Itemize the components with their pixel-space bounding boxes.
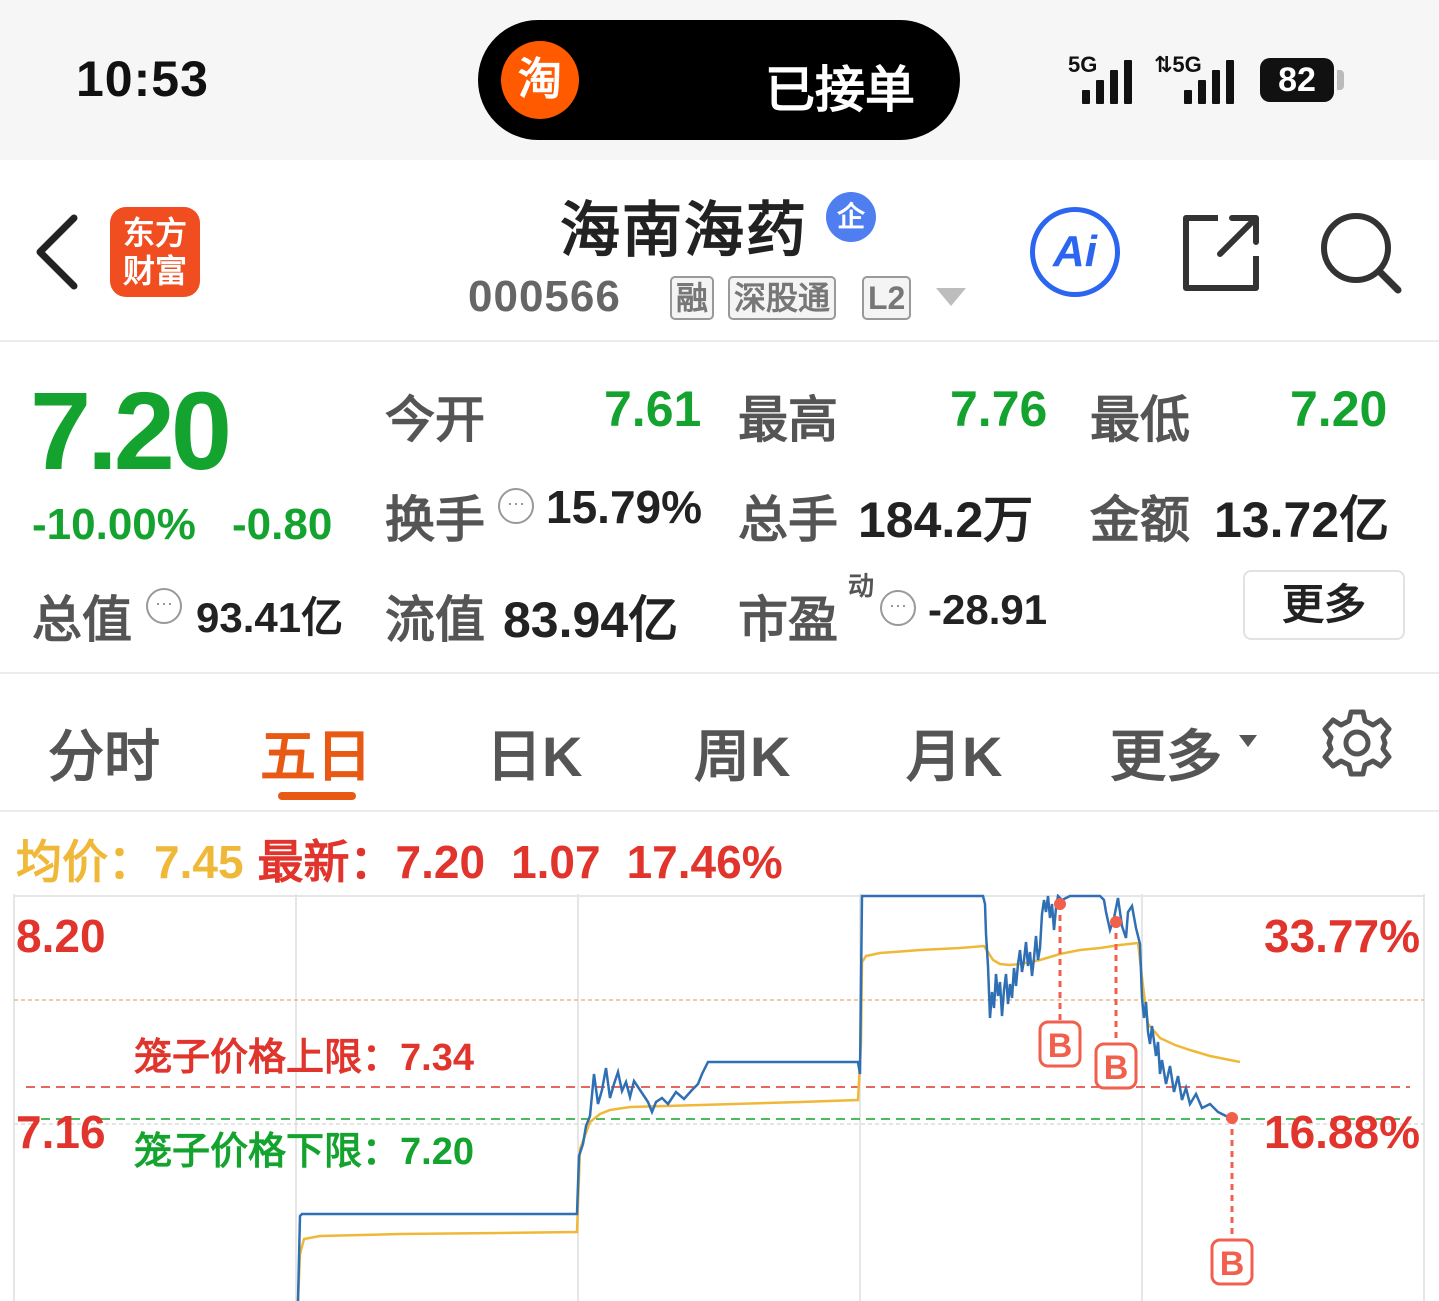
share-icon[interactable] <box>1180 210 1264 294</box>
signal-1-label: 5G <box>1068 52 1098 77</box>
taobao-app-icon: 淘 <box>501 41 579 119</box>
signal-2-icon: ⇅5G <box>1154 52 1244 104</box>
enterprise-badge[interactable]: 企 <box>826 192 876 242</box>
active-tab-indicator <box>278 792 356 800</box>
tab-five-day[interactable]: 五日 <box>260 712 372 793</box>
volume-value: 184.2万 <box>858 492 1034 548</box>
cage-lower-label: 笼子价格下限：7.20 <box>134 1131 474 1173</box>
tab-intraday[interactable]: 分时 <box>48 712 160 793</box>
buy-marker-2[interactable]: B <box>1094 916 1138 1090</box>
tag-shenzhen-connect: 深股通 <box>728 276 837 320</box>
turnover-value: 15.79% <box>546 481 703 533</box>
stock-code: 000566 <box>468 272 621 321</box>
pe-label: 市盈 <box>738 592 838 648</box>
dynamic-island[interactable]: 淘 已接单 <box>478 20 960 140</box>
buy-marker-3-label: B <box>1220 1245 1245 1283</box>
change-percent: -10.00% <box>32 500 196 549</box>
chart-grid <box>13 894 1425 1301</box>
status-bar: 10:53 淘 已接单 5G ⇅5G 82 <box>0 0 1439 160</box>
turnover-info-icon[interactable]: ··· <box>498 488 534 524</box>
avg-price-value: 7.45 <box>154 836 244 888</box>
high-label: 最高 <box>738 392 838 448</box>
chart-info-line: 均价：7.45 最新：7.20 1.07 17.46% <box>16 826 783 892</box>
signal-1-icon: 5G <box>1068 52 1138 104</box>
open-label: 今开 <box>385 392 485 448</box>
signal-2-label: ⇅5G <box>1154 52 1202 77</box>
latest-price-value: 7.20 <box>395 836 486 888</box>
pe-dynamic-superscript: 动 <box>848 571 875 601</box>
buy-marker-2-label: B <box>1104 1049 1129 1087</box>
y-left-top: 8.20 <box>16 910 106 962</box>
y-left-mid: 7.16 <box>16 1106 106 1158</box>
tag-margin: 融 <box>670 276 715 320</box>
avg-price-line <box>296 941 1241 1301</box>
tab-weekly-k[interactable]: 周K <box>694 712 790 793</box>
dropdown-triangle-icon[interactable] <box>934 286 968 308</box>
buy-marker-3[interactable]: B <box>1210 1112 1254 1286</box>
amount-value: 13.72亿 <box>1214 492 1390 548</box>
price-line <box>296 894 1233 1301</box>
turnover-label: 换手 <box>385 492 485 548</box>
tab-more[interactable]: 更多 <box>1110 712 1222 793</box>
status-time: 10:53 <box>76 51 209 107</box>
more-quote-button[interactable]: 更多 <box>1243 570 1405 640</box>
latest-price-label: 最新： <box>257 836 396 888</box>
amount-label: 金额 <box>1090 492 1190 548</box>
eastmoney-logo[interactable]: 东方 财富 <box>110 207 200 297</box>
island-status-text: 已接单 <box>765 62 915 118</box>
float-cap-label: 流值 <box>385 592 485 648</box>
tab-monthly-k[interactable]: 月K <box>906 712 1002 793</box>
y-right-top: 33.77% <box>1264 910 1420 962</box>
latest-pct-value: 17.46% <box>626 836 783 888</box>
search-icon[interactable] <box>1318 210 1404 296</box>
y-right-mid: 16.88% <box>1264 1106 1420 1158</box>
buy-marker-1-label: B <box>1048 1027 1073 1065</box>
pe-info-icon[interactable]: ··· <box>880 590 916 626</box>
tag-level2: L2 <box>862 276 912 320</box>
logo-line-2: 财富 <box>122 253 187 289</box>
pe-value: -28.91 <box>928 586 1048 633</box>
logo-line-1: 东方 <box>122 215 187 251</box>
avg-price-label: 均价： <box>16 836 154 888</box>
divider <box>0 810 1439 812</box>
latest-volume-value: 1.07 <box>511 836 601 888</box>
stock-header: 东方 财富 海南海药 企 000566 融 深股通 L2 Ai <box>0 160 1439 342</box>
tab-more-caret-icon[interactable] <box>1238 734 1258 748</box>
current-price: 7.20 <box>30 370 232 493</box>
back-chevron-icon[interactable] <box>30 212 82 292</box>
divider <box>0 672 1439 674</box>
cage-upper-label: 笼子价格上限：7.34 <box>134 1037 474 1079</box>
open-value: 7.61 <box>604 381 702 437</box>
ai-assistant-button[interactable]: Ai <box>1030 207 1120 297</box>
tab-daily-k[interactable]: 日K <box>486 712 582 793</box>
five-day-chart[interactable]: 8.20 7.16 33.77% 16.88% 笼子价格上限：7.34 笼子价格… <box>0 894 1439 1301</box>
market-cap-info-icon[interactable]: ··· <box>146 588 182 624</box>
high-value: 7.76 <box>950 381 1048 437</box>
float-cap-value: 83.94亿 <box>503 592 679 648</box>
market-cap-value: 93.41亿 <box>196 594 344 641</box>
low-label: 最低 <box>1090 392 1190 448</box>
market-cap-label: 总值 <box>32 592 132 648</box>
change-amount: -0.80 <box>232 500 333 549</box>
low-value: 7.20 <box>1290 381 1388 437</box>
volume-label: 总手 <box>738 492 838 548</box>
stock-name: 海南海药 <box>560 197 808 264</box>
battery-icon: 82 <box>1260 58 1334 102</box>
buy-marker-1[interactable]: B <box>1038 898 1082 1068</box>
battery-tip <box>1337 70 1344 90</box>
settings-gear-icon[interactable] <box>1322 708 1392 778</box>
